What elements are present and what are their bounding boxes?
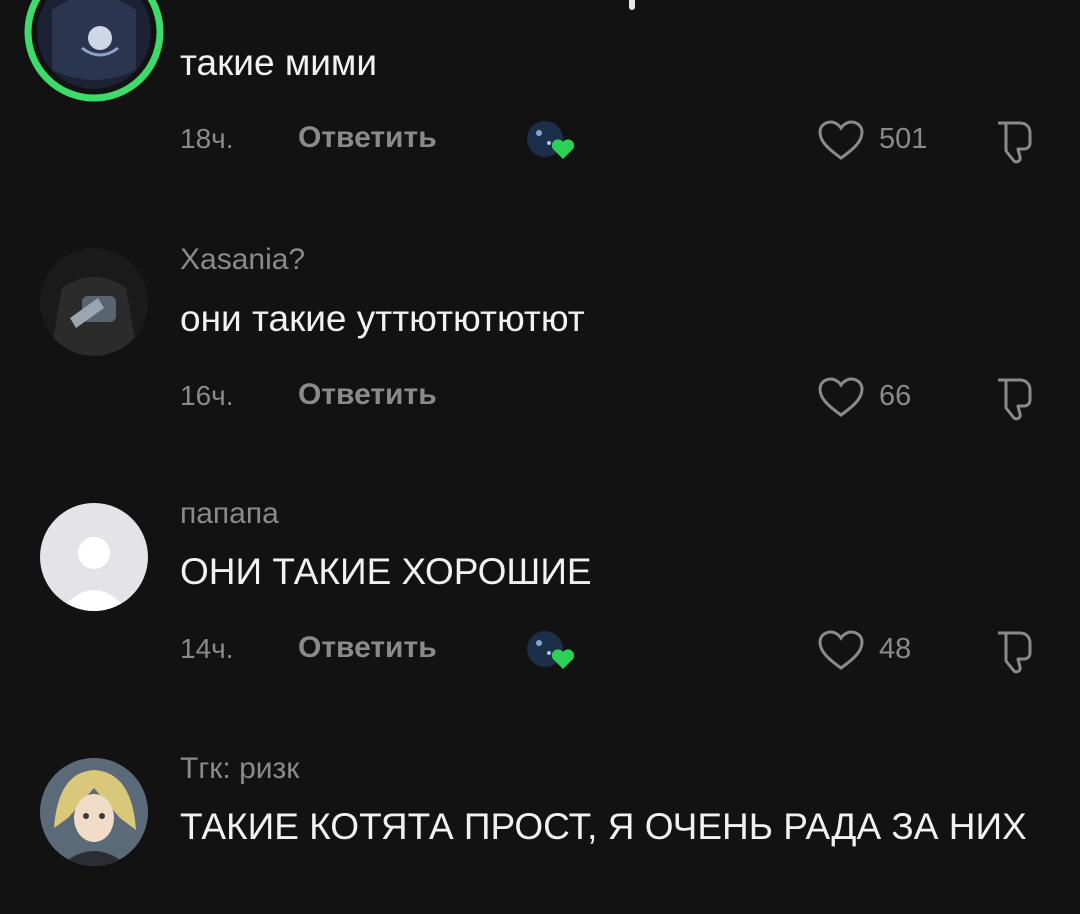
comment-actions: 14ч. Ответить 48 — [180, 627, 1060, 674]
heart-outline-icon[interactable] — [817, 629, 865, 676]
like-count: 66 — [879, 380, 912, 412]
heart-outline-icon[interactable] — [817, 119, 865, 166]
comment-text: такие мими — [180, 42, 378, 83]
user-photo-icon — [40, 248, 148, 356]
thumbs-down-icon[interactable] — [990, 627, 1040, 680]
reply-button[interactable]: Ответить — [298, 378, 437, 412]
comment-text: они такие уттютютютют — [180, 298, 585, 339]
comment-actions: 18ч. Ответить 501 — [180, 117, 1060, 164]
comment-time: 16ч. — [180, 380, 234, 411]
creator-liked-icon — [525, 627, 579, 673]
creator-liked-icon — [525, 117, 579, 163]
reply-button[interactable]: Ответить — [298, 631, 437, 665]
scroll-edge-marker — [629, 0, 635, 10]
anime-avatar-icon — [40, 758, 148, 866]
thumbs-down-icon[interactable] — [990, 374, 1040, 427]
reply-button[interactable]: Ответить — [298, 121, 437, 155]
comment-username[interactable]: Тгк: ризк — [180, 752, 299, 786]
comment-actions: 16ч. Ответить 66 — [180, 374, 1060, 421]
avatar-with-story-ring-icon — [24, 0, 164, 102]
like-count: 48 — [879, 633, 912, 665]
commenter-avatar[interactable] — [40, 503, 148, 611]
heart-outline-icon[interactable] — [817, 376, 865, 423]
commenter-avatar[interactable] — [40, 248, 148, 356]
commenter-avatar[interactable] — [22, 0, 166, 104]
like-count: 501 — [879, 123, 928, 155]
comment-text: ТАКИЕ КОТЯТА ПРОСТ, Я ОЧЕНЬ РАДА ЗА НИХ — [180, 806, 1027, 847]
comment-username[interactable]: Xasania? — [180, 243, 305, 277]
comment-time: 14ч. — [180, 633, 234, 664]
commenter-avatar[interactable] — [40, 758, 148, 866]
comment-text: ОНИ ТАКИЕ ХОРОШИЕ — [180, 551, 592, 592]
thumbs-down-icon[interactable] — [990, 117, 1040, 170]
comment-time: 18ч. — [180, 123, 234, 154]
comment-username[interactable]: папапа — [180, 497, 279, 531]
default-avatar-icon — [40, 503, 148, 611]
